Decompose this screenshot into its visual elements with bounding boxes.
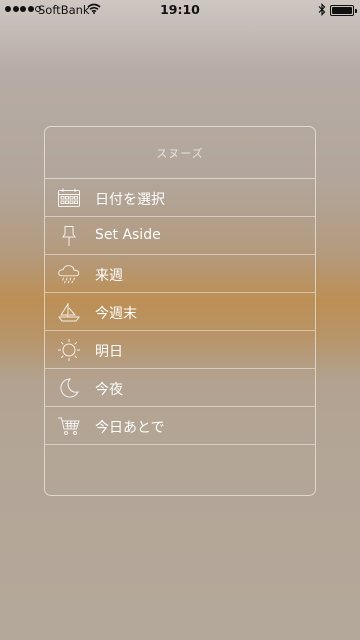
moon-icon [57, 377, 81, 399]
rain-cloud-icon [57, 263, 81, 285]
menu-item-label: Set Aside [95, 227, 161, 243]
snooze-menu: 日付を選択 Set Aside 来週 今週末 明日 今夜 今日あとで [45, 179, 315, 445]
menu-item-label: 今週末 [95, 306, 137, 322]
battery-icon [330, 5, 357, 16]
menu-item-set-aside[interactable]: Set Aside [45, 217, 315, 255]
calendar-icon [57, 187, 81, 209]
menu-item-label: 日付を選択 [95, 192, 165, 208]
wifi-icon [87, 3, 101, 14]
menu-item-pick-date[interactable]: 日付を選択 [45, 179, 315, 217]
sun-icon [57, 339, 81, 361]
menu-item-tonight[interactable]: 今夜 [45, 369, 315, 407]
signal-icon [5, 6, 41, 12]
menu-item-tomorrow[interactable]: 明日 [45, 331, 315, 369]
menu-item-label: 今日あとで [95, 420, 165, 436]
menu-item-later-today[interactable]: 今日あとで [45, 407, 315, 445]
cart-icon [57, 415, 81, 437]
pin-icon [57, 225, 81, 247]
menu-item-next-week[interactable]: 来週 [45, 255, 315, 293]
menu-item-label: 明日 [95, 344, 123, 360]
menu-item-label: 来週 [95, 268, 123, 284]
panel-title: スヌーズ [156, 147, 204, 160]
menu-item-label: 今夜 [95, 382, 123, 398]
snooze-panel: スヌーズ 日付を選択 Set Aside 来週 今週末 明日 今夜 今日あとで [44, 126, 316, 496]
status-bar: SoftBank 19:10 [0, 0, 360, 20]
carrier-label: SoftBank [38, 3, 90, 17]
sailboat-icon [57, 301, 81, 323]
menu-item-this-weekend[interactable]: 今週末 [45, 293, 315, 331]
bluetooth-icon [318, 3, 326, 16]
